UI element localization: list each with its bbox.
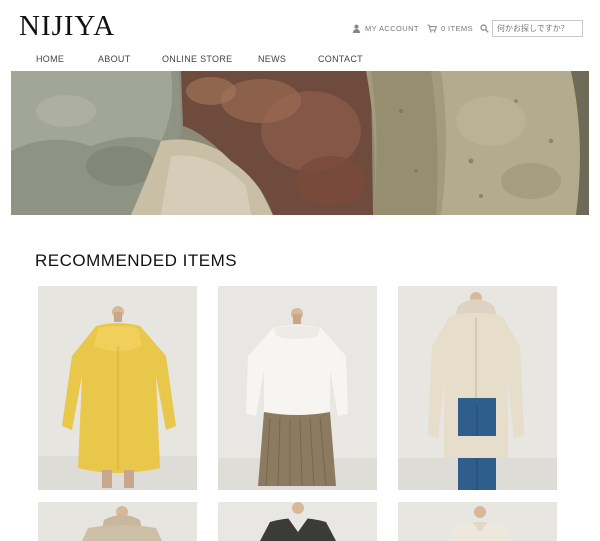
- search-input[interactable]: [492, 20, 583, 37]
- nav-contact[interactable]: CONTACT: [318, 54, 363, 64]
- product-card[interactable]: [218, 502, 377, 541]
- search-box: [480, 20, 583, 37]
- my-account-label: MY ACCOUNT: [365, 23, 419, 33]
- cream-blouse-photo: [398, 502, 557, 541]
- nav-about[interactable]: ABOUT: [98, 54, 131, 64]
- user-icon: [352, 24, 361, 33]
- cart-icon: [427, 24, 437, 32]
- yellow-dress-photo: [38, 286, 197, 490]
- product-card[interactable]: [398, 286, 557, 490]
- main-nav: HOME ABOUT ONLINE STORE NEWS CONTACT: [0, 54, 600, 66]
- hero-photo: [11, 71, 589, 215]
- charcoal-blouse-photo: [218, 502, 377, 541]
- cart-link[interactable]: 0 ITEMS: [427, 20, 473, 36]
- product-card[interactable]: [398, 502, 557, 541]
- nav-home[interactable]: HOME: [36, 54, 64, 64]
- search-icon[interactable]: [480, 24, 489, 33]
- product-card[interactable]: [38, 286, 197, 490]
- recommended-items-heading: RECOMMENDED ITEMS: [35, 251, 238, 270]
- beige-hooded-jacket-photo: [38, 502, 197, 541]
- site-logo[interactable]: NIJIYA: [19, 10, 115, 43]
- beige-hooded-coat-photo: [398, 286, 557, 490]
- product-card[interactable]: [38, 502, 197, 541]
- nav-news[interactable]: NEWS: [258, 54, 286, 64]
- product-card[interactable]: [218, 286, 377, 490]
- cart-count-label: 0 ITEMS: [441, 23, 473, 33]
- nav-online-store[interactable]: ONLINE STORE: [162, 54, 232, 64]
- my-account-link[interactable]: MY ACCOUNT: [352, 20, 419, 36]
- white-blouse-and-skirt-photo: [218, 286, 377, 490]
- hero-banner: [11, 71, 589, 215]
